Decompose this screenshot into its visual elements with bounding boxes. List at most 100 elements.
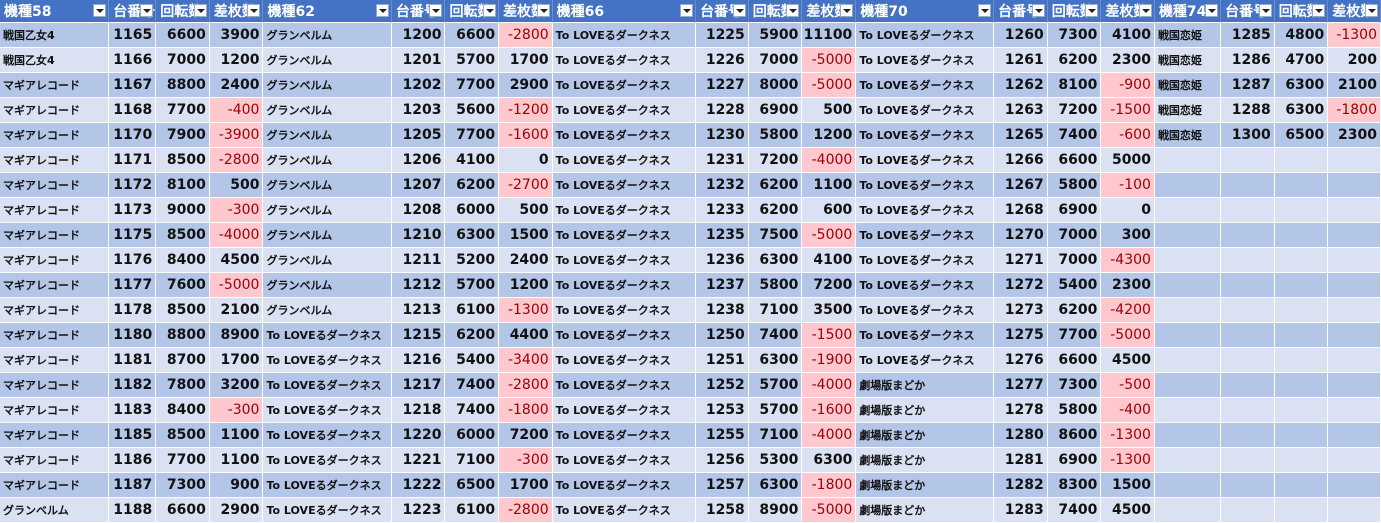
value-cell[interactable]: 500 xyxy=(499,198,553,223)
value-cell[interactable] xyxy=(1328,373,1381,398)
value-cell[interactable]: 1200 xyxy=(209,48,264,73)
value-cell[interactable]: 2900 xyxy=(499,73,553,98)
dropdown-filter-icon[interactable] xyxy=(1205,4,1219,17)
value-cell[interactable]: -1800 xyxy=(802,473,857,498)
value-cell[interactable]: 5800 xyxy=(748,273,803,298)
value-cell[interactable]: 1187 xyxy=(109,473,157,498)
value-cell[interactable]: 8600 xyxy=(1047,423,1102,448)
machine-name-cell[interactable]: 戦国乙女4 xyxy=(0,48,110,73)
machine-name-cell[interactable]: マギアレコード xyxy=(0,98,110,123)
machine-name-cell[interactable]: 戦国恋姫 xyxy=(1154,48,1222,73)
value-cell[interactable]: 500 xyxy=(209,173,264,198)
value-cell[interactable]: 4800 xyxy=(1274,23,1329,48)
value-cell[interactable] xyxy=(1274,148,1329,173)
value-cell[interactable] xyxy=(1274,348,1329,373)
value-cell[interactable]: 8900 xyxy=(748,498,803,523)
value-cell[interactable]: 1225 xyxy=(696,23,749,48)
value-cell[interactable]: 900 xyxy=(209,473,264,498)
value-cell[interactable]: 6300 xyxy=(445,223,500,248)
value-cell[interactable]: 1180 xyxy=(109,323,157,348)
value-cell[interactable]: 1236 xyxy=(696,248,749,273)
value-cell[interactable]: 7000 xyxy=(1047,223,1102,248)
machine-name-cell[interactable]: グランベルム xyxy=(263,198,392,223)
machine-name-cell[interactable]: To LOVEるダークネス xyxy=(552,498,697,523)
value-cell[interactable]: 1272 xyxy=(994,273,1048,298)
machine-name-cell[interactable] xyxy=(1154,223,1222,248)
value-cell[interactable]: 1280 xyxy=(994,423,1048,448)
value-cell[interactable]: 1200 xyxy=(391,23,446,48)
value-cell[interactable] xyxy=(1274,248,1329,273)
machine-name-cell[interactable]: To LOVEるダークネス xyxy=(263,323,392,348)
dropdown-filter-icon[interactable] xyxy=(1312,4,1326,17)
value-cell[interactable]: 0 xyxy=(499,148,553,173)
machine-name-cell[interactable]: To LOVEるダークネス xyxy=(856,23,995,48)
value-cell[interactable]: 5400 xyxy=(445,348,500,373)
value-cell[interactable]: 7100 xyxy=(748,423,803,448)
value-cell[interactable]: -300 xyxy=(499,448,553,473)
value-cell[interactable]: 1100 xyxy=(209,423,264,448)
machine-name-cell[interactable]: 劇場版まどか xyxy=(856,423,995,448)
value-cell[interactable] xyxy=(1328,323,1381,348)
value-cell[interactable]: -1300 xyxy=(499,298,553,323)
value-cell[interactable] xyxy=(1328,198,1381,223)
value-cell[interactable]: 1203 xyxy=(391,98,446,123)
value-cell[interactable] xyxy=(1328,248,1381,273)
value-cell[interactable]: 2300 xyxy=(1101,273,1155,298)
machine-name-cell[interactable] xyxy=(1154,473,1222,498)
value-cell[interactable]: 7200 xyxy=(499,423,553,448)
value-cell[interactable]: 8900 xyxy=(209,323,264,348)
machine-name-cell[interactable]: マギアレコード xyxy=(0,173,110,198)
value-cell[interactable] xyxy=(1328,498,1381,523)
machine-name-cell[interactable]: マギアレコード xyxy=(0,73,110,98)
value-cell[interactable]: 1250 xyxy=(696,323,749,348)
value-cell[interactable]: 8500 xyxy=(156,298,210,323)
dropdown-filter-icon[interactable] xyxy=(93,4,107,17)
value-cell[interactable]: 8100 xyxy=(1047,73,1102,98)
value-cell[interactable]: -1600 xyxy=(499,123,553,148)
value-cell[interactable]: -1800 xyxy=(499,398,553,423)
value-cell[interactable]: 7400 xyxy=(445,398,500,423)
value-cell[interactable]: 6600 xyxy=(1047,148,1102,173)
value-cell[interactable]: 1268 xyxy=(994,198,1048,223)
value-cell[interactable] xyxy=(1328,473,1381,498)
value-cell[interactable]: 5700 xyxy=(748,373,803,398)
value-cell[interactable]: 8500 xyxy=(156,223,210,248)
dropdown-filter-icon[interactable] xyxy=(1138,4,1152,17)
value-cell[interactable]: 5300 xyxy=(748,448,803,473)
value-cell[interactable]: 1222 xyxy=(391,473,446,498)
machine-name-cell[interactable]: To LOVEるダークネス xyxy=(552,323,697,348)
value-cell[interactable]: 9000 xyxy=(156,198,210,223)
value-cell[interactable] xyxy=(1274,198,1329,223)
value-cell[interactable]: 1256 xyxy=(696,448,749,473)
value-cell[interactable]: -1200 xyxy=(499,98,553,123)
value-cell[interactable]: 1277 xyxy=(994,373,1048,398)
value-cell[interactable]: 3500 xyxy=(802,298,857,323)
value-cell[interactable]: -500 xyxy=(1101,373,1155,398)
value-cell[interactable]: -4300 xyxy=(1101,248,1155,273)
machine-name-cell[interactable]: 戦国恋姫 xyxy=(1154,123,1222,148)
value-cell[interactable]: 1176 xyxy=(109,248,157,273)
machine-name-cell[interactable]: To LOVEるダークネス xyxy=(856,248,995,273)
machine-name-cell[interactable]: To LOVEるダークネス xyxy=(263,448,392,473)
value-cell[interactable]: -3900 xyxy=(209,123,264,148)
value-cell[interactable]: 6200 xyxy=(1047,48,1102,73)
value-cell[interactable]: 6000 xyxy=(445,423,500,448)
machine-name-cell[interactable]: マギアレコード xyxy=(0,148,110,173)
value-cell[interactable]: 5800 xyxy=(748,123,803,148)
value-cell[interactable]: 6300 xyxy=(748,348,803,373)
value-cell[interactable] xyxy=(1274,298,1329,323)
value-cell[interactable]: 1251 xyxy=(696,348,749,373)
machine-name-cell[interactable]: To LOVEるダークネス xyxy=(552,173,697,198)
value-cell[interactable]: 1700 xyxy=(499,48,553,73)
machine-name-cell[interactable]: To LOVEるダークネス xyxy=(552,223,697,248)
value-cell[interactable]: 8300 xyxy=(1047,473,1102,498)
value-cell[interactable] xyxy=(1221,323,1275,348)
machine-name-cell[interactable]: マギアレコード xyxy=(0,473,110,498)
value-cell[interactable]: 8400 xyxy=(156,398,210,423)
dropdown-filter-icon[interactable] xyxy=(978,4,992,17)
machine-name-cell[interactable]: To LOVEるダークネス xyxy=(263,398,392,423)
value-cell[interactable] xyxy=(1274,423,1329,448)
value-cell[interactable]: 1232 xyxy=(696,173,749,198)
dropdown-filter-icon[interactable] xyxy=(429,4,443,17)
value-cell[interactable] xyxy=(1221,298,1275,323)
